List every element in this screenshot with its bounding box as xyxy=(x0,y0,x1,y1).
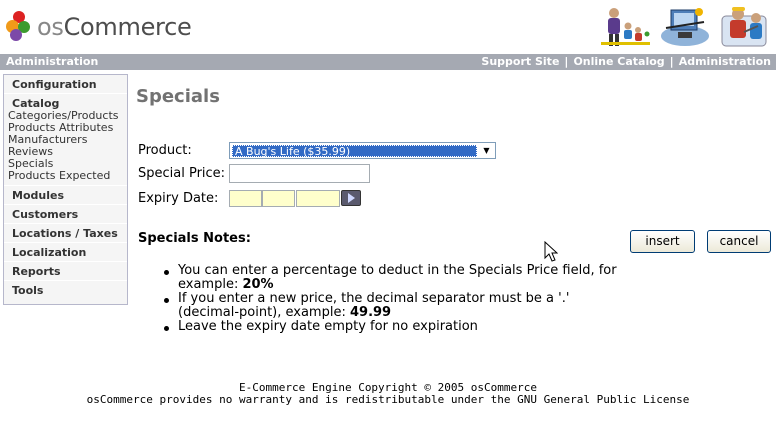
sidebar-item-customers[interactable]: Customers xyxy=(4,205,127,224)
product-select[interactable]: A Bug's Life ($35.99) ▼ xyxy=(229,142,496,159)
topbar-links: Support Site | Online Catalog | Administrati… xyxy=(481,54,771,70)
topbar-administration-label: Administration xyxy=(6,55,99,68)
expiry-day-input[interactable] xyxy=(229,190,262,207)
product-label: Product: xyxy=(138,143,192,158)
oscommerce-logo[interactable]: osCommerce xyxy=(4,10,204,46)
online-catalog-link[interactable]: Online Catalog xyxy=(573,55,664,68)
cancel-button[interactable]: cancel xyxy=(707,230,771,253)
administration-link[interactable]: Administration xyxy=(679,55,771,68)
customers-icon[interactable] xyxy=(598,4,652,50)
sidebar-item-locations-taxes[interactable]: Locations / Taxes xyxy=(4,224,127,243)
top-navigation-bar: Administration Support Site | Online Catal… xyxy=(0,54,776,70)
play-arrow-icon xyxy=(348,193,355,203)
support-site-link[interactable]: Support Site xyxy=(481,55,559,68)
product-selected-value: A Bug's Life ($35.99) xyxy=(232,145,477,158)
logo-dots-icon xyxy=(4,10,36,42)
logo-wordmark: osCommerce xyxy=(37,13,192,41)
special-price-input[interactable] xyxy=(229,164,370,183)
note-item: Leave the expiry date empty for no expir… xyxy=(160,320,630,334)
page-title: Specials xyxy=(136,86,220,107)
header-icons xyxy=(598,4,772,50)
expiry-date-label: Expiry Date: xyxy=(138,191,219,206)
calendar-popup-button[interactable] xyxy=(341,190,361,206)
header: osCommerce xyxy=(0,0,776,54)
topbar-separator: | xyxy=(564,55,569,68)
sidebar: Configuration Catalog Categories/Product… xyxy=(3,74,128,305)
specials-notes-list: You can enter a percentage to deduct in … xyxy=(160,264,630,334)
sidebar-item-configuration[interactable]: Configuration xyxy=(4,75,127,94)
mouse-cursor-icon xyxy=(544,240,559,267)
note-item: You can enter a percentage to deduct in … xyxy=(160,264,630,292)
sidebar-item-modules[interactable]: Modules xyxy=(4,186,127,205)
expiry-year-input[interactable] xyxy=(296,190,340,207)
sidebar-item-reports[interactable]: Reports xyxy=(4,262,127,281)
footer-license: osCommerce provides no warranty and is r… xyxy=(86,393,690,406)
special-price-label: Special Price: xyxy=(138,166,226,181)
note-item: If you enter a new price, the decimal se… xyxy=(160,292,630,320)
support-icon[interactable] xyxy=(718,4,772,50)
footer: E-Commerce Engine Copyright © 2005 osCom… xyxy=(0,382,776,406)
expiry-month-input[interactable] xyxy=(262,190,295,207)
catalog-icon[interactable] xyxy=(658,4,712,50)
sidebar-item-tools[interactable]: Tools xyxy=(4,281,127,300)
chevron-down-icon[interactable]: ▼ xyxy=(479,144,494,157)
sidebar-item-localization[interactable]: Localization xyxy=(4,243,127,262)
catalog-submenu: Categories/Products Products Attributes … xyxy=(4,110,127,186)
topbar-separator: | xyxy=(669,55,674,68)
specials-notes-title: Specials Notes: xyxy=(138,231,251,246)
insert-button[interactable]: insert xyxy=(630,230,695,253)
submenu-products-expected[interactable]: Products Expected xyxy=(8,170,127,182)
